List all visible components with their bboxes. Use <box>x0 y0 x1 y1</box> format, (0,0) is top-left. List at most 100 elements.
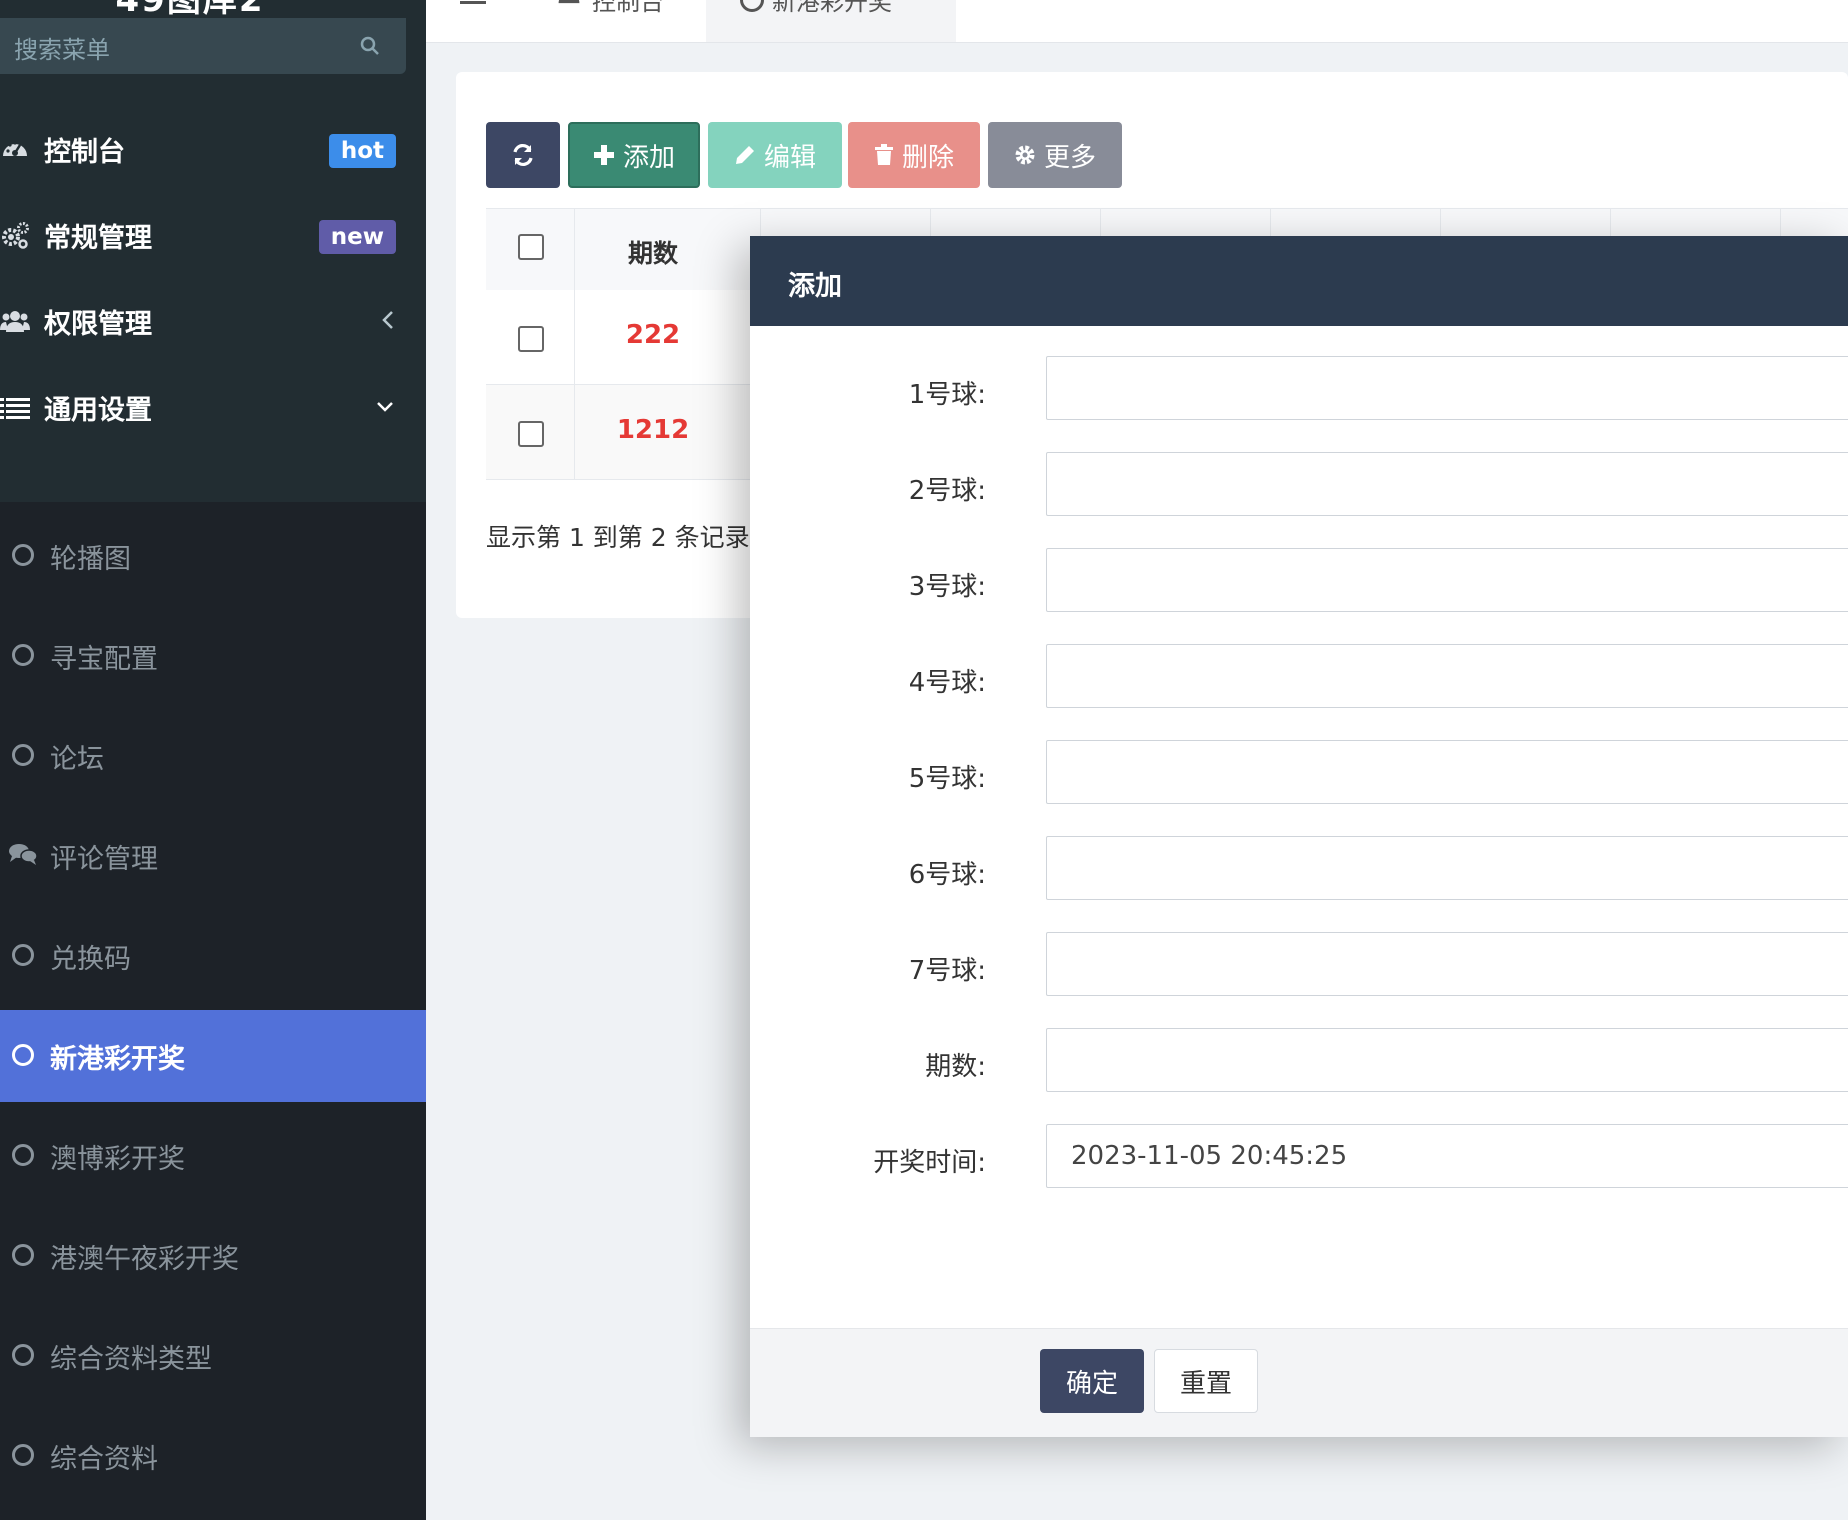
ball-6-input[interactable] <box>1046 836 1848 900</box>
sidebar-item-permissions[interactable]: 权限管理 <box>0 276 426 370</box>
plus-icon <box>593 144 615 166</box>
refresh-button[interactable] <box>486 122 560 188</box>
select-all-checkbox[interactable] <box>518 234 544 260</box>
circle-icon <box>12 1444 34 1466</box>
sidebar-item-settings[interactable]: 通用设置 <box>0 362 426 456</box>
ball-3-label: 3号球: <box>908 572 986 602</box>
chevron-down-icon <box>374 394 396 422</box>
dialog-footer: 确定 重置 <box>750 1328 1848 1437</box>
dashboard-icon <box>0 134 32 166</box>
sidebar-item-label: 综合资料类型 <box>50 1344 212 1375</box>
ball-7-input[interactable] <box>1046 932 1848 996</box>
sidebar-item-aobocai-draw[interactable]: 澳博彩开奖 <box>0 1110 426 1202</box>
add-button[interactable]: 添加 <box>568 122 700 188</box>
sidebar-item-info[interactable]: 综合资料 <box>0 1410 426 1502</box>
sidebar-item-midnight-draw[interactable]: 港澳午夜彩开奖 <box>0 1210 426 1302</box>
edit-button[interactable]: 编辑 <box>708 122 842 188</box>
search-input-placeholder[interactable]: 搜索菜单 <box>14 30 110 65</box>
menu-toggle-icon[interactable] <box>460 0 486 13</box>
sidebar-item-dashboard[interactable]: 控制台 hot <box>0 104 426 198</box>
dialog-header[interactable]: 添加 <box>750 236 1848 326</box>
users-icon <box>0 306 32 338</box>
circle-icon <box>12 1044 34 1066</box>
sidebar-search[interactable]: 搜索菜单 <box>0 18 406 74</box>
sidebar-item-label: 论坛 <box>50 744 104 775</box>
sidebar-item-label: 通用设置 <box>44 395 152 426</box>
cell-period: 222 <box>625 320 681 350</box>
sidebar-item-label: 寻宝配置 <box>50 644 158 675</box>
draw-time-input[interactable] <box>1046 1124 1848 1188</box>
column-header-period[interactable]: 期数 <box>578 234 728 270</box>
dashboard-icon <box>556 0 582 16</box>
row-checkbox[interactable] <box>518 421 544 447</box>
hot-badge: hot <box>328 134 396 168</box>
circle-icon <box>12 544 34 566</box>
tab-dashboard[interactable]: 控制台 <box>556 0 692 24</box>
circle-icon <box>12 644 34 666</box>
more-button-label: 更多 <box>1043 142 1096 173</box>
sidebar-item-general[interactable]: 常规管理 new <box>0 190 426 284</box>
column-divider <box>574 208 575 480</box>
ball-4-input[interactable] <box>1046 644 1848 708</box>
draw-time-label: 开奖时间: <box>873 1148 986 1178</box>
list-icon <box>0 392 32 424</box>
gear-icon <box>1014 144 1036 166</box>
row-checkbox[interactable] <box>518 326 544 352</box>
chevron-left-icon <box>380 308 396 336</box>
sidebar-item-label: 新港彩开奖 <box>50 1044 185 1075</box>
comments-icon <box>8 842 38 870</box>
sidebar-item-treasure-config[interactable]: 寻宝配置 <box>0 610 426 702</box>
search-icon[interactable] <box>360 36 380 60</box>
ball-1-input[interactable] <box>1046 356 1848 420</box>
dialog-title: 添加 <box>788 271 842 302</box>
circle-icon <box>12 1244 34 1266</box>
ball-6-label: 6号球: <box>908 860 986 890</box>
confirm-button[interactable]: 确定 <box>1040 1349 1144 1413</box>
sidebar-item-label: 常规管理 <box>44 223 152 254</box>
cogs-icon <box>0 220 32 252</box>
app-brand[interactable]: 49图库2 <box>0 0 380 20</box>
sidebar-item-forum[interactable]: 论坛 <box>0 710 426 802</box>
tab-label: 新港彩开奖 <box>772 0 892 16</box>
pagination-info: 显示第 1 到第 2 条记录 <box>486 523 750 552</box>
sidebar-item-label: 综合资料 <box>50 1444 158 1475</box>
ball-5-input[interactable] <box>1046 740 1848 804</box>
edit-button-label: 编辑 <box>763 142 816 173</box>
sidebar-item-xingangcai-draw[interactable]: 新港彩开奖 <box>0 1010 426 1102</box>
refresh-icon <box>510 142 536 168</box>
new-badge: new <box>318 220 396 254</box>
sidebar-item-info-types[interactable]: 综合资料类型 <box>0 1310 426 1402</box>
trash-icon <box>874 144 894 166</box>
ball-2-input[interactable] <box>1046 452 1848 516</box>
circle-icon <box>12 1144 34 1166</box>
delete-button[interactable]: 删除 <box>848 122 980 188</box>
sidebar-item-comments[interactable]: 评论管理 <box>0 810 426 902</box>
pencil-icon <box>734 144 756 166</box>
sidebar-item-label: 兑换码 <box>50 944 131 975</box>
sidebar-item-label: 澳博彩开奖 <box>50 1144 185 1175</box>
sidebar-item-carousel[interactable]: 轮播图 <box>0 510 426 602</box>
circle-icon <box>740 0 764 12</box>
sidebar-item-label: 控制台 <box>44 137 125 168</box>
ball-5-label: 5号球: <box>908 764 986 794</box>
sidebar-item-redeem-code[interactable]: 兑换码 <box>0 910 426 1002</box>
tab-xingangcai-draw[interactable]: 新港彩开奖 <box>706 0 956 42</box>
circle-icon <box>12 1344 34 1366</box>
top-navbar: 控制台 新港彩开奖 <box>426 0 1848 43</box>
ball-7-label: 7号球: <box>908 956 986 986</box>
sidebar-item-label: 权限管理 <box>44 309 152 340</box>
sidebar: 49图库2 搜索菜单 控制台 hot 常规管理 new 权限管理 通用设置 轮播… <box>0 0 426 1520</box>
sidebar-item-label: 评论管理 <box>50 844 158 875</box>
more-button[interactable]: 更多 <box>988 122 1122 188</box>
reset-button[interactable]: 重置 <box>1154 1349 1258 1413</box>
ball-1-label: 1号球: <box>908 380 986 410</box>
circle-icon <box>12 944 34 966</box>
ball-4-label: 4号球: <box>908 668 986 698</box>
add-dialog: 添加 1号球: 2号球: 3号球: 4号球: 5号球: 6号球: 7号球: 期数… <box>750 236 1848 1437</box>
period-input[interactable] <box>1046 1028 1848 1092</box>
period-label: 期数: <box>925 1052 986 1082</box>
circle-icon <box>12 744 34 766</box>
tab-label: 控制台 <box>592 0 664 16</box>
ball-3-input[interactable] <box>1046 548 1848 612</box>
add-button-label: 添加 <box>622 142 675 173</box>
